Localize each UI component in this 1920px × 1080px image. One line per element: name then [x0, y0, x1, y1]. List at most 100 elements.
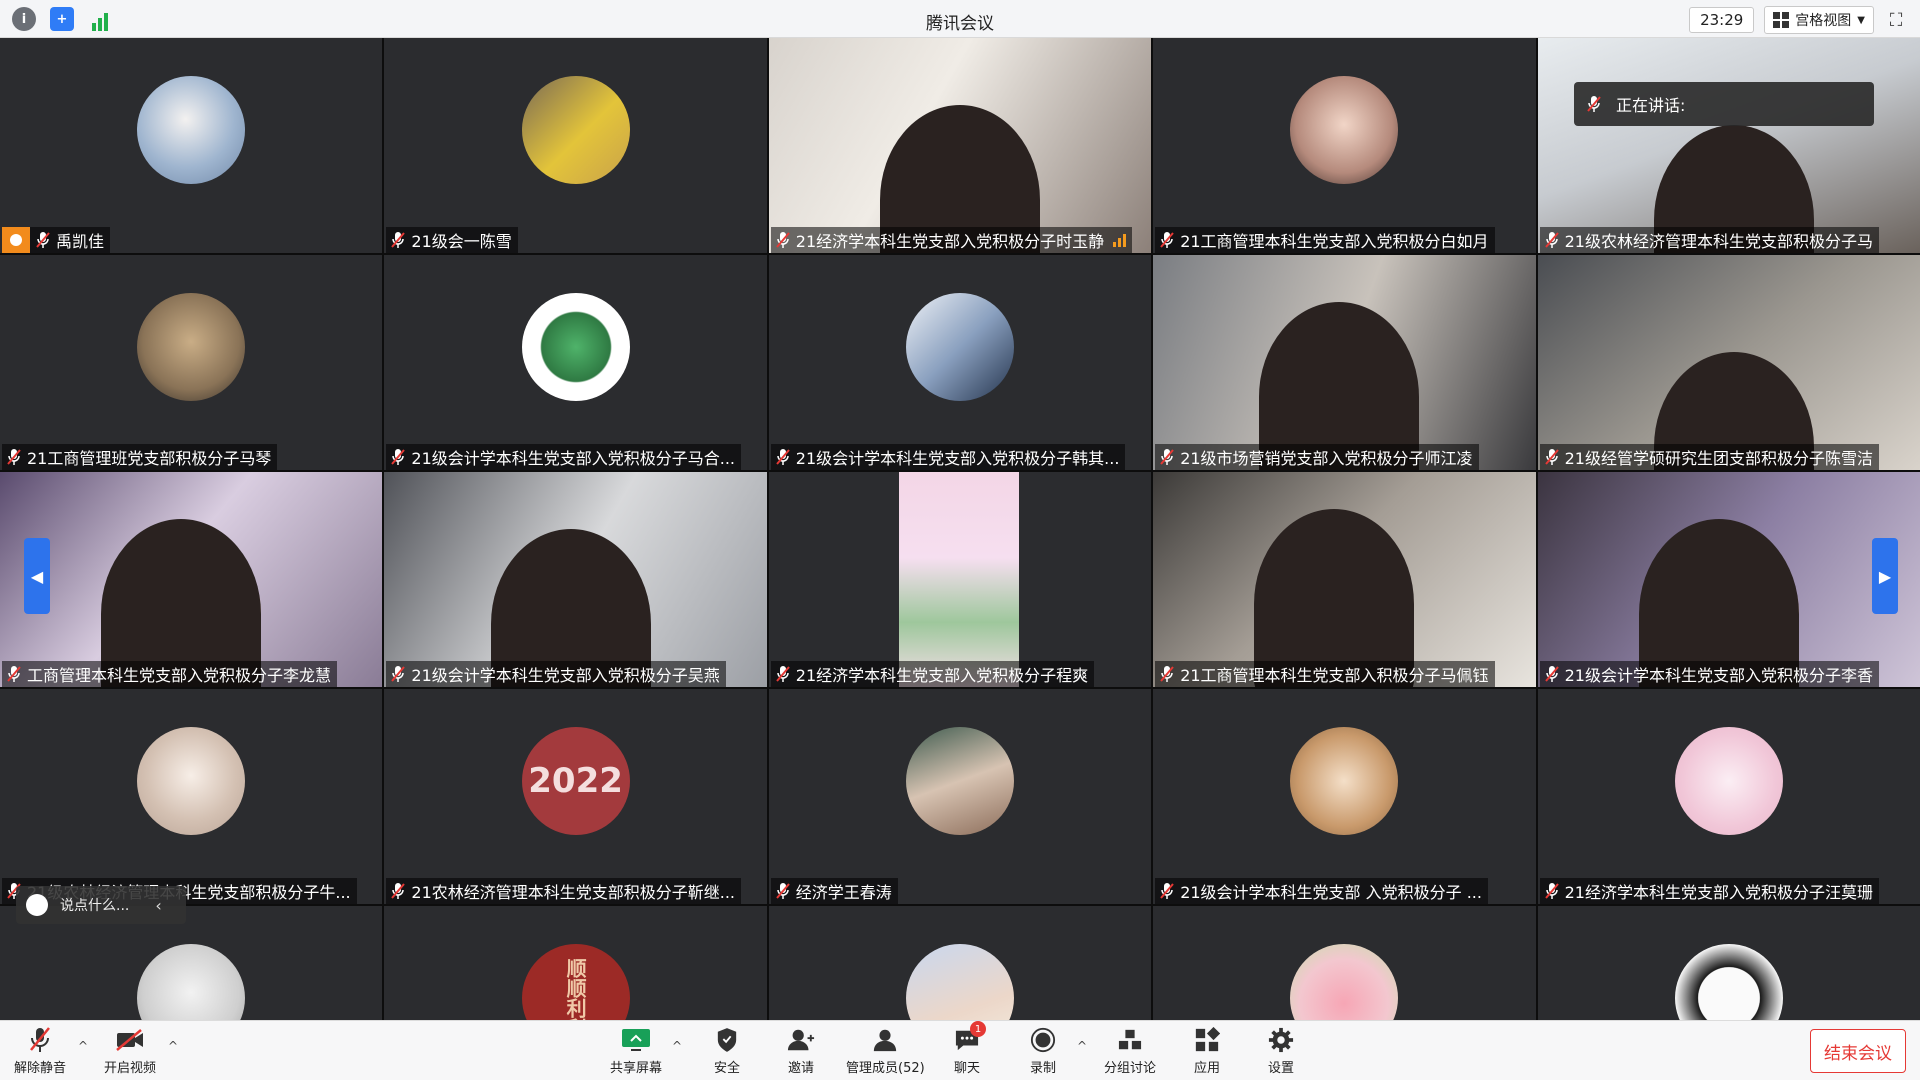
participant-name: 21级会计学本科生党支部入党积极分子韩其... [795, 449, 1120, 468]
participant-tile[interactable]: 21经济学本科生党支部入党积极分子时玉静 [768, 38, 1152, 253]
settings-button[interactable]: 设置 [1266, 1025, 1296, 1076]
participant-name: 经济学王春涛 [795, 883, 892, 902]
security-label: 安全 [713, 1061, 740, 1076]
participant-tile[interactable]: 21工商管理本科生党支部入党积极分白如月 [1153, 38, 1536, 253]
participant-name: 21经济学本科生党支部入党积极分子程爽 [795, 666, 1089, 685]
avatar [521, 76, 630, 184]
participant-tile[interactable]: 21级会计学本科生党支部入党积极分子吴燕 [384, 472, 767, 687]
security-button[interactable]: 安全 [712, 1025, 742, 1076]
breakout-button[interactable]: 分组讨论 [1104, 1025, 1156, 1076]
end-meeting-button[interactable]: 结束会议 [1810, 1029, 1906, 1073]
mic-muted-icon [1159, 448, 1175, 466]
participant-tile[interactable]: 顺顺利利 [384, 906, 767, 1028]
chat-unread-badge: 1 [970, 1021, 986, 1037]
participant-tile[interactable]: 21级会一陈雪 [384, 38, 767, 253]
mic-muted-icon [775, 882, 791, 900]
host-icon [2, 227, 30, 253]
participant-tile[interactable]: 工商管理本科生党支部入党积极分子李龙慧 [0, 472, 383, 687]
participant-name: 21级农林经济管理本科生党支部积极分子马 [1564, 232, 1873, 251]
participant-grid: 禹凯佳 21级会一陈雪 21经济学本科生党支部入党积极分子时玉静 21工商管理本… [0, 38, 1920, 1028]
participant-name: 21工商管理班党支部积极分子马琴 [27, 449, 272, 468]
invite-user-icon [786, 1025, 816, 1055]
participant-label: 21经济学本科生党支部入党积极分子程爽 [770, 661, 1095, 687]
participant-tile[interactable] [0, 906, 383, 1028]
chat-button[interactable]: 1 聊天 [952, 1021, 986, 1076]
participant-tile[interactable]: 21工商管理本科生党支部入积极分子马佩钰 [1153, 472, 1536, 687]
chat-quick-input[interactable]: 说点什么... ‹ [16, 886, 186, 924]
avatar: 顺顺利利 [521, 944, 630, 1028]
settings-label: 设置 [1267, 1061, 1294, 1076]
avatar [905, 727, 1014, 835]
avatar-lucky-text: 顺顺利利 [563, 958, 588, 1028]
mic-icon [775, 231, 791, 249]
gear-icon [1266, 1025, 1296, 1055]
participant-tile[interactable]: 21级农林经济管理本科生党支部积极分子牛... [0, 689, 383, 904]
mic-muted-icon [775, 448, 791, 466]
participant-label: 21工商管理本科生党支部入积极分子马佩钰 [1155, 661, 1495, 687]
share-screen-button[interactable]: 共享屏幕 [610, 1025, 662, 1076]
participant-tile[interactable]: 21级市场营销党支部入党积极分子师江凌 [1153, 255, 1536, 470]
participant-name: 工商管理本科生党支部入党积极分子李龙慧 [27, 666, 332, 685]
chevron-up-icon[interactable]: ^ [672, 1039, 682, 1053]
participant-label: 21级会计学本科生党支部 入党积极分子 ... [1155, 878, 1488, 904]
mic-muted-icon [1544, 882, 1560, 900]
prev-page-button[interactable]: ◀ [24, 538, 50, 614]
invite-button[interactable]: 邀请 [786, 1025, 816, 1076]
participant-name: 21级会计学本科生党支部入党积极分子马合... [411, 449, 736, 468]
chevron-up-icon[interactable]: ^ [1077, 1039, 1087, 1053]
participant-tile[interactable]: 2022 21农林经济管理本科生党支部积极分子靳继... [384, 689, 767, 904]
participant-name: 21工商管理本科生党支部入党积极分白如月 [1180, 232, 1489, 251]
video-stage: 禹凯佳 21级会一陈雪 21经济学本科生党支部入党积极分子时玉静 21工商管理本… [0, 38, 1920, 1028]
participant-label: 21级经管学硕研究生团支部积极分子陈雪洁 [1539, 444, 1879, 470]
participant-tile[interactable]: 21级经管学硕研究生团支部积极分子陈雪洁 [1537, 255, 1920, 470]
chat-placeholder: 说点什么... [60, 898, 130, 914]
participant-tile[interactable]: 21级农林经济管理本科生党支部积极分子马 [1537, 38, 1920, 253]
participant-tile[interactable]: 禹凯佳 [0, 38, 383, 253]
avatar [1290, 727, 1399, 835]
participant-tile[interactable]: 经济学王春涛 [768, 689, 1152, 904]
chevron-up-icon[interactable]: ^ [78, 1039, 88, 1053]
participant-label: 工商管理本科生党支部入党积极分子李龙慧 [2, 661, 338, 687]
participant-label: 21经济学本科生党支部入党积极分子汪莫珊 [1539, 878, 1879, 904]
video-feed [898, 472, 1019, 687]
avatar: 2022 [521, 727, 630, 835]
participant-label: 21级会计学本科生党支部入党积极分子马合... [386, 444, 742, 470]
participant-tile[interactable] [768, 906, 1152, 1028]
next-page-button[interactable]: ▶ [1872, 538, 1898, 614]
participant-tile[interactable]: 21经济学本科生党支部入党积极分子程爽 [768, 472, 1152, 687]
participant-tile[interactable]: 21工商管理班党支部积极分子马琴 [0, 255, 383, 470]
manage-members-button[interactable]: 管理成员(52) [846, 1025, 925, 1076]
participant-name: 禹凯佳 [56, 232, 105, 251]
apps-label: 应用 [1193, 1061, 1220, 1076]
participant-tile[interactable]: 21级会计学本科生党支部 入党积极分子 ... [1153, 689, 1536, 904]
record-button[interactable]: 录制 [1028, 1025, 1058, 1076]
unmute-button[interactable]: 解除静音 [14, 1025, 66, 1076]
view-switch-button[interactable]: 宫格视图 ▼ [1764, 6, 1874, 34]
avatar [1290, 944, 1399, 1028]
mic-muted-icon [6, 448, 22, 466]
participant-tile[interactable]: 21级会计学本科生党支部入党积极分子马合... [384, 255, 767, 470]
chevron-up-icon[interactable]: ^ [168, 1039, 178, 1053]
participant-tile[interactable] [1153, 906, 1536, 1028]
emoji-icon[interactable] [26, 894, 48, 916]
participant-tile[interactable] [1537, 906, 1920, 1028]
start-video-button[interactable]: 开启视频 [104, 1025, 156, 1076]
invite-label: 邀请 [787, 1061, 814, 1076]
speaking-label: 正在讲话: [1616, 96, 1686, 115]
participant-tile[interactable]: 21级会计学本科生党支部入党积极分子韩其... [768, 255, 1152, 470]
record-label: 录制 [1029, 1061, 1056, 1076]
fullscreen-icon[interactable]: ⛶ [1884, 8, 1908, 32]
share-screen-label: 共享屏幕 [610, 1061, 663, 1076]
mic-muted-icon [1159, 882, 1175, 900]
mic-muted-icon [1544, 665, 1560, 683]
window-title: 腾讯会议 [926, 14, 994, 34]
participant-label: 21级会一陈雪 [386, 227, 518, 253]
collapse-icon[interactable]: ‹ [155, 896, 161, 915]
participant-name: 21经济学本科生党支部入党积极分子汪莫珊 [1564, 883, 1873, 902]
speaking-indicator: 正在讲话: [1574, 82, 1874, 126]
participant-tile[interactable]: 21级会计学本科生党支部入党积极分子李香 [1537, 472, 1920, 687]
participant-tile[interactable]: 21经济学本科生党支部入党积极分子汪莫珊 [1537, 689, 1920, 904]
avatar [137, 293, 246, 401]
apps-button[interactable]: 应用 [1192, 1025, 1222, 1076]
participant-name: 21工商管理本科生党支部入积极分子马佩钰 [1180, 666, 1489, 685]
